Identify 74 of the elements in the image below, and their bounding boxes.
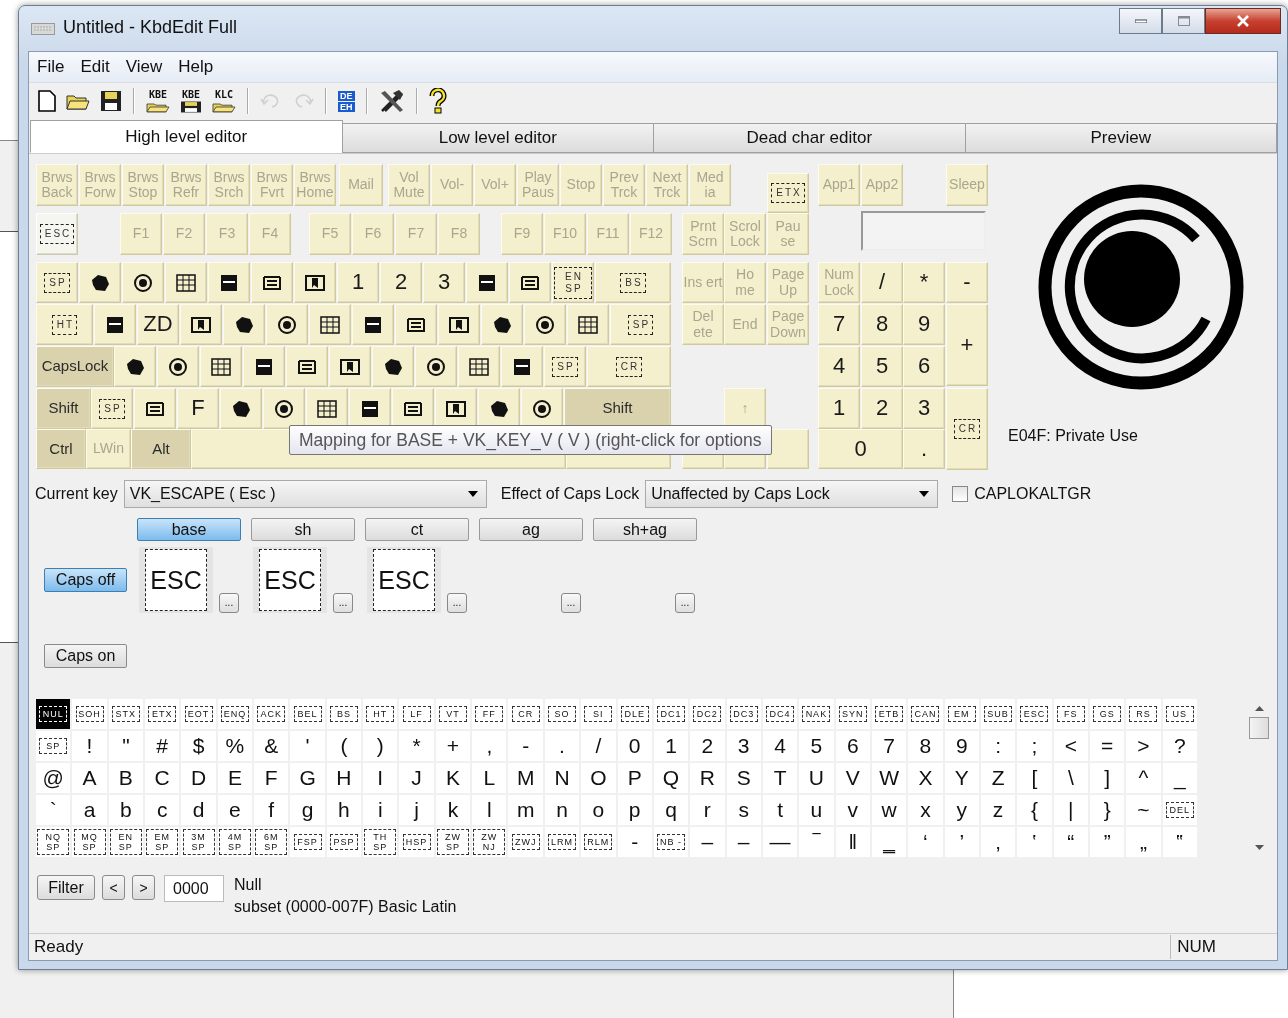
- key-label: F: [191, 396, 205, 421]
- key-label: LWin: [93, 441, 124, 457]
- key-label: 1: [832, 396, 846, 421]
- key-label: 3: [917, 396, 931, 421]
- key-label: 4: [832, 354, 846, 379]
- control-code-label: BS: [620, 272, 646, 293]
- key-label: F2: [175, 226, 193, 242]
- key-label: F10: [552, 226, 578, 242]
- key-label: *: [919, 270, 929, 295]
- key-label: Stop: [566, 177, 596, 193]
- key-label: Pau se: [774, 218, 802, 250]
- key-label: -: [963, 270, 971, 295]
- mapping-value: ESC: [259, 549, 321, 611]
- key-label: 2: [394, 270, 408, 295]
- key-label: 7: [832, 312, 846, 337]
- key-label: F12: [638, 226, 664, 242]
- key-label: App2: [865, 177, 899, 193]
- control-code-label: SP: [552, 356, 578, 377]
- key-label: Ctrl: [49, 440, 73, 458]
- key-label: F7: [407, 226, 425, 242]
- key-label: .: [920, 436, 928, 462]
- key-label: End: [732, 316, 758, 333]
- key-label: Shift: [48, 400, 79, 417]
- key-label: F4: [261, 226, 279, 242]
- key-label: F9: [513, 226, 531, 242]
- character-name: Null: [234, 876, 263, 894]
- key-label: F5: [321, 226, 339, 242]
- control-code-label: ETX: [771, 183, 805, 203]
- control-code-label: CR: [953, 419, 981, 439]
- key-label: 2: [875, 396, 889, 421]
- key-label: Mail: [348, 177, 374, 193]
- tooltip: Mapping for BASE + VK_KEY_V ( V ) (right-click for options: [289, 425, 772, 455]
- key-label: ZD: [143, 312, 173, 337]
- key-label: Ho me: [734, 267, 756, 298]
- control-code-label: SP: [627, 314, 654, 335]
- key-label: 8: [875, 312, 889, 337]
- mapping-value: ESC: [145, 549, 207, 611]
- window-title: Untitled - KbdEdit Full: [63, 17, 238, 38]
- key-label: Del ete: [691, 309, 715, 340]
- key-label: 1: [351, 270, 365, 295]
- key-label: Vol-: [439, 177, 465, 193]
- key-label: 6: [917, 354, 931, 379]
- status-text: Ready: [33, 937, 85, 957]
- field-label: Effect of Caps Lock: [500, 485, 640, 503]
- key-label: Alt: [152, 440, 170, 458]
- key-label: Vol+: [481, 177, 509, 193]
- control-code-label: ESC: [39, 224, 75, 244]
- control-code-label: SP: [44, 272, 70, 293]
- key-label: Ins ert: [683, 274, 723, 291]
- key-label: ↑: [741, 400, 749, 417]
- key-label: 0: [854, 436, 867, 462]
- num-lock-indicator: NUM: [1170, 935, 1222, 959]
- control-code-label: HT: [51, 314, 78, 335]
- key-label: CapsLock: [41, 358, 109, 375]
- glyph-caption: E04F: Private Use: [1008, 427, 1138, 445]
- key-label: 3: [437, 270, 451, 295]
- key-label: Sleep: [949, 177, 985, 193]
- key-label: F6: [364, 226, 382, 242]
- key-label: 9: [917, 312, 931, 337]
- mapping-value: ESC: [373, 549, 435, 611]
- key-label: F8: [450, 226, 468, 242]
- subset-label: subset (0000-007F) Basic Latin: [234, 898, 457, 916]
- key-label: 5: [875, 354, 889, 379]
- key-label: App1: [822, 177, 856, 193]
- key-label: F11: [596, 226, 620, 242]
- field-label: Current key: [35, 485, 118, 503]
- key-label: Med ia: [695, 169, 725, 201]
- key-label: F1: [132, 226, 150, 242]
- control-code-label: SP: [99, 398, 125, 419]
- key-label: /: [878, 270, 886, 295]
- key-label: F3: [218, 226, 236, 242]
- control-code-label: CR: [615, 356, 643, 377]
- key-label: Shift: [602, 400, 633, 417]
- key-label: +: [960, 332, 974, 358]
